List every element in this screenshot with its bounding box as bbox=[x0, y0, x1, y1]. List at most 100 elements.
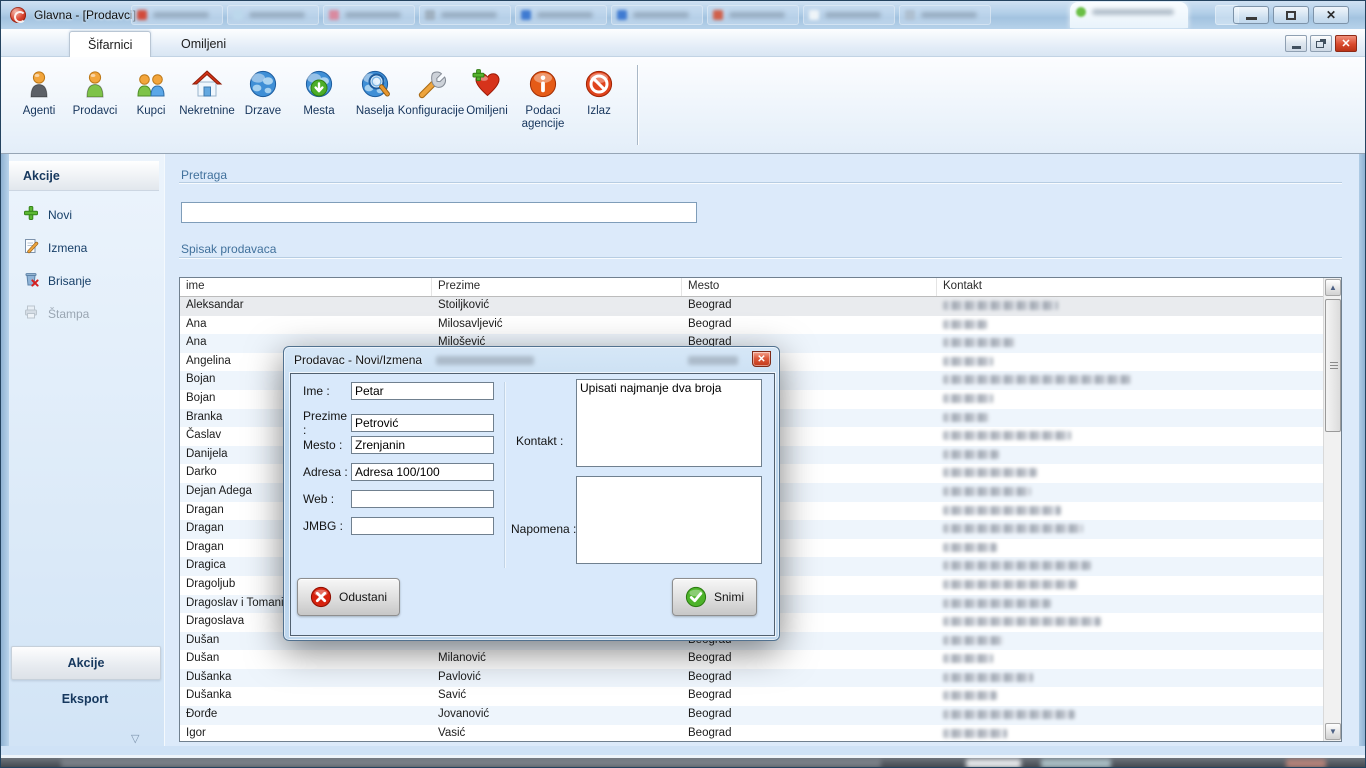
dialog-input-web[interactable] bbox=[351, 490, 494, 508]
dialog-input-mesto[interactable] bbox=[351, 436, 494, 454]
table-row[interactable]: Ana Milosavljević Beograd bbox=[180, 316, 1323, 335]
search-input[interactable] bbox=[181, 202, 697, 223]
cell-mesto: Beograd bbox=[682, 669, 937, 688]
close-button[interactable]: ✕ bbox=[1313, 6, 1349, 24]
sidebar-akcije-button[interactable]: Akcije bbox=[11, 646, 161, 680]
delete-trash-icon bbox=[23, 271, 39, 290]
titlebar-ghost-tab[interactable] bbox=[515, 5, 607, 25]
chevron-down-icon[interactable]: ▽ bbox=[131, 732, 139, 745]
cell-prezime: Jovanović bbox=[432, 706, 682, 725]
dialog-field-label: JMBG : bbox=[303, 519, 351, 533]
tab-omiljeni[interactable]: Omiljeni bbox=[163, 31, 244, 57]
column-header-mesto[interactable]: Mesto bbox=[682, 278, 937, 296]
titlebar-ghost-tab[interactable] bbox=[131, 5, 223, 25]
toolbar-item-label: Omiljeni bbox=[466, 105, 508, 118]
vertical-scrollbar[interactable]: ▲ ▼ bbox=[1323, 278, 1341, 741]
kontakt-label: Kontakt : bbox=[516, 434, 563, 448]
toolbar-item-konfiguracije[interactable]: Konfiguracije bbox=[403, 65, 459, 120]
column-header-ime[interactable]: ime bbox=[180, 278, 432, 296]
toolbar-item-prodavci[interactable]: Prodavci bbox=[67, 65, 123, 120]
ghost-tab-blur bbox=[633, 12, 689, 18]
table-row[interactable]: Igor Vasić Beograd bbox=[180, 725, 1323, 741]
minimize-icon bbox=[1246, 17, 1257, 20]
titlebar-ghost-tab[interactable] bbox=[803, 5, 895, 25]
cell-ime: Đorđe bbox=[180, 706, 432, 725]
titlebar-ghost-tab[interactable] bbox=[707, 5, 799, 25]
sidebar-item-novi[interactable]: Novi bbox=[9, 198, 165, 231]
odustani-button[interactable]: Odustani bbox=[297, 578, 400, 616]
toolbar-item-naselja[interactable]: Naselja bbox=[347, 65, 403, 120]
titlebar-ghost-tab[interactable] bbox=[1070, 2, 1188, 28]
cell-kontakt bbox=[937, 706, 1323, 725]
sidebar-item-label: Izmena bbox=[48, 241, 87, 255]
kontakt-redacted-value bbox=[943, 580, 1077, 589]
toolbar-item-omiljeni[interactable]: Omiljeni bbox=[459, 65, 515, 120]
ghost-tab-icon bbox=[905, 10, 915, 20]
cell-mesto: Beograd bbox=[682, 706, 937, 725]
window-controls: ✕ bbox=[1233, 6, 1349, 24]
mdi-restore-button[interactable] bbox=[1310, 35, 1332, 52]
column-header-prezime[interactable]: Prezime bbox=[432, 278, 682, 296]
save-green-check-icon bbox=[685, 586, 707, 608]
toolbar-item-label: Drzave bbox=[245, 105, 281, 118]
snimi-button[interactable]: Snimi bbox=[672, 578, 757, 616]
titlebar-ghost-tab[interactable] bbox=[611, 5, 703, 25]
kontakt-redacted-value bbox=[943, 394, 993, 403]
minimize-button[interactable] bbox=[1233, 6, 1269, 24]
scroll-up-arrow-icon[interactable]: ▲ bbox=[1325, 279, 1341, 296]
tab-sifarnici[interactable]: Šifarnici bbox=[69, 31, 151, 57]
dialog-titlebar[interactable]: Prodavac - Novi/Izmena ✕ bbox=[284, 347, 779, 373]
napomena-textarea[interactable] bbox=[576, 476, 762, 564]
mdi-minimize-icon bbox=[1292, 46, 1301, 49]
titlebar-ghost-tab[interactable] bbox=[227, 5, 319, 25]
sidebar-item-štampa[interactable]: Štampa bbox=[9, 297, 165, 330]
sidebar-eksport-button[interactable]: Eksport bbox=[9, 692, 161, 706]
table-row[interactable]: Dušanka Savić Beograd bbox=[180, 687, 1323, 706]
toolbar-item-drzave[interactable]: Drzave bbox=[235, 65, 291, 120]
maximize-button[interactable] bbox=[1273, 6, 1309, 24]
toolbar-item-podaci-agencije[interactable]: Podaci agencije bbox=[515, 65, 571, 133]
mdi-close-button[interactable]: ✕ bbox=[1335, 35, 1357, 52]
dialog-input-ime[interactable] bbox=[351, 382, 494, 400]
cell-mesto: Beograd bbox=[682, 687, 937, 706]
sidebar-item-brisanje[interactable]: Brisanje bbox=[9, 264, 165, 297]
toolbar-item-nekretnine[interactable]: Nekretnine bbox=[179, 65, 235, 120]
titlebar-ghost-tab[interactable] bbox=[323, 5, 415, 25]
kontakt-textarea[interactable]: Upisati najmanje dva broja bbox=[576, 379, 762, 467]
kontakt-redacted-value bbox=[943, 617, 1101, 626]
scrollbar-thumb[interactable] bbox=[1325, 299, 1341, 432]
dialog-input-jmbg[interactable] bbox=[351, 517, 494, 535]
titlebar-ghost-tab[interactable] bbox=[419, 5, 511, 25]
dialog-input-adresa[interactable] bbox=[351, 463, 494, 481]
toolbar-item-izlaz[interactable]: Izlaz bbox=[571, 65, 627, 120]
scroll-down-arrow-icon[interactable]: ▼ bbox=[1325, 723, 1341, 740]
dialog-close-button[interactable]: ✕ bbox=[752, 351, 771, 367]
table-row[interactable]: Đorđe Jovanović Beograd bbox=[180, 706, 1323, 725]
toolbar-item-mesta[interactable]: Mesta bbox=[291, 65, 347, 120]
cell-prezime: Milosavljević bbox=[432, 316, 682, 335]
dialog-input-prezime[interactable] bbox=[351, 414, 494, 432]
dialog-field-label: Web : bbox=[303, 492, 351, 506]
dialog-body: Ime :Prezime :Mesto :Adresa :Web :JMBG :… bbox=[290, 373, 775, 636]
cell-kontakt bbox=[937, 483, 1323, 502]
kontakt-redacted-value bbox=[943, 561, 1091, 570]
kontakt-redacted-value bbox=[943, 524, 1083, 533]
dialog-field-label: Adresa : bbox=[303, 465, 351, 479]
cancel-red-x-icon bbox=[310, 586, 332, 608]
sidebar-header: Akcije bbox=[9, 161, 159, 191]
kontakt-redacted-value bbox=[943, 636, 1003, 645]
table-row[interactable]: Dušan Milanović Beograd bbox=[180, 650, 1323, 669]
sidebar-item-izmena[interactable]: Izmena bbox=[9, 231, 165, 264]
toolbar-item-label: Konfiguracije bbox=[398, 105, 464, 118]
toolbar-item-kupci[interactable]: Kupci bbox=[123, 65, 179, 120]
titlebar-ghost-tab[interactable] bbox=[899, 5, 991, 25]
column-header-kontakt[interactable]: Kontakt bbox=[937, 278, 1323, 296]
table-row[interactable]: Dušanka Pavlović Beograd bbox=[180, 669, 1323, 688]
kontakt-redacted-value bbox=[943, 413, 989, 422]
mdi-minimize-button[interactable] bbox=[1285, 35, 1307, 52]
cell-kontakt bbox=[937, 316, 1323, 335]
table-row[interactable]: Aleksandar Stoiljković Beograd bbox=[180, 297, 1323, 316]
kontakt-redacted-value bbox=[943, 431, 1071, 440]
toolbar-item-agenti[interactable]: Agenti bbox=[11, 65, 67, 120]
maximize-icon bbox=[1286, 11, 1296, 20]
